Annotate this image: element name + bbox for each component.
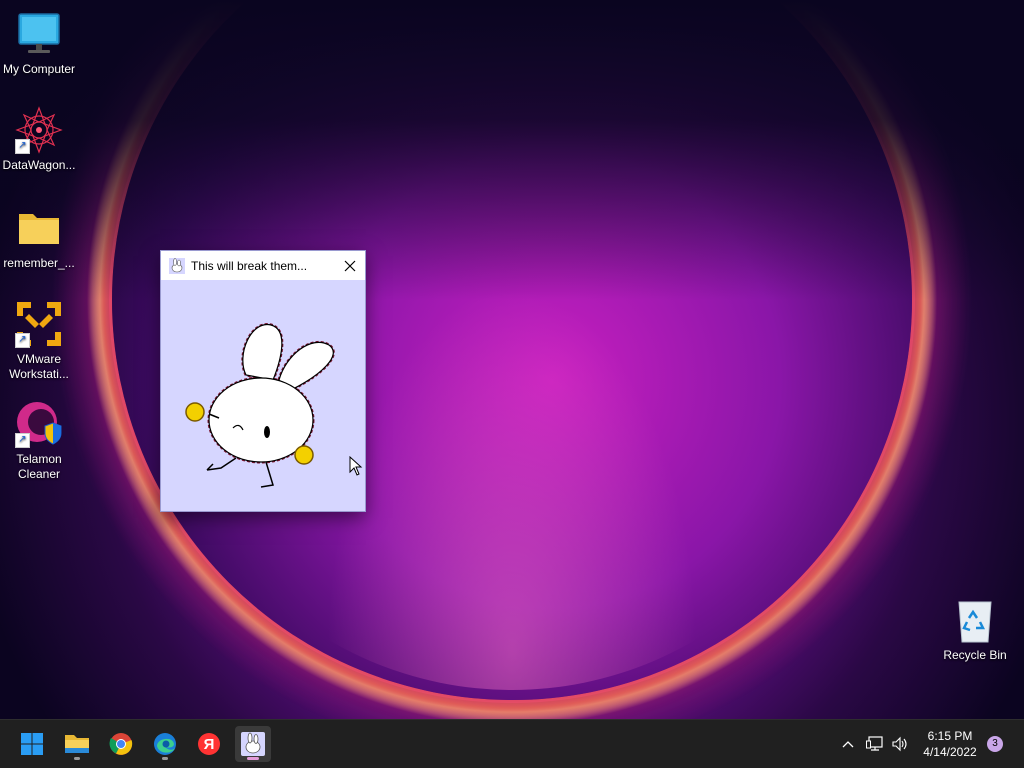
window-title: This will break them...	[191, 258, 308, 273]
taskbar-file-explorer[interactable]	[59, 726, 95, 762]
desktop-icon-remember-folder[interactable]: remember_...	[0, 204, 79, 271]
desktop-icon-datawagon[interactable]: ↗ DataWagon...	[0, 106, 79, 173]
app-window[interactable]: This will break them...	[160, 250, 366, 512]
desktop-icon-label: Recycle Bin	[943, 648, 1007, 662]
desktop-icon-label: My Computer	[2, 62, 76, 76]
desktop-icon-label: DataWagon...	[2, 158, 76, 172]
bunny-app-icon	[169, 257, 185, 274]
active-indicator	[247, 757, 259, 760]
taskbar-yandex[interactable]: Я	[191, 726, 227, 762]
clock[interactable]: 6:15 PM 4/14/2022	[917, 720, 983, 768]
running-indicator	[74, 757, 80, 760]
desktop-icon-vmware[interactable]: ↗ VMware Workstati...	[0, 300, 79, 382]
shortcut-arrow-icon: ↗	[15, 433, 30, 448]
windows-start-icon	[21, 733, 43, 755]
desktop-icon-telamon[interactable]: ↗ Telamon Cleaner	[0, 400, 79, 482]
shortcut-arrow-icon: ↗	[15, 333, 30, 348]
notification-badge: 3	[987, 736, 1003, 752]
bunny-app-icon	[241, 732, 265, 756]
taskbar-chrome[interactable]	[103, 726, 139, 762]
mandala-icon: ↗	[15, 106, 63, 154]
close-button[interactable]	[335, 251, 365, 280]
wallpaper-shade	[0, 0, 1024, 300]
shortcut-arrow-icon: ↗	[15, 139, 30, 154]
chevron-up-icon	[842, 741, 854, 748]
vmware-icon: ↗	[15, 300, 63, 348]
desktop-icon-my-computer[interactable]: My Computer	[0, 10, 79, 77]
show-hidden-icons-button[interactable]	[838, 720, 858, 768]
clock-date: 4/14/2022	[923, 745, 977, 759]
desktop-icon-label: remember_...	[3, 256, 75, 270]
close-icon	[344, 260, 356, 271]
file-explorer-icon	[65, 735, 89, 753]
speaker-icon	[892, 736, 907, 752]
bunny-image	[161, 280, 365, 510]
taskbar: Я 6:15 PM 4/14/2022 3	[0, 719, 1024, 768]
notification-button[interactable]: 3	[986, 720, 1004, 768]
mouse-cursor-icon	[349, 456, 363, 476]
telamon-icon: ↗	[15, 400, 63, 448]
folder-icon	[15, 204, 63, 252]
svg-text:Я: Я	[204, 736, 215, 753]
running-indicator	[162, 757, 168, 760]
clock-time: 6:15 PM	[927, 729, 973, 743]
desktop-icon-label: Telamon Cleaner	[16, 452, 62, 481]
desktop-icon-recycle-bin[interactable]: Recycle Bin	[935, 596, 1015, 663]
monitor-icon	[15, 10, 63, 58]
taskbar-bunny-app[interactable]	[235, 726, 271, 762]
recycle-bin-icon	[951, 596, 999, 644]
chrome-icon	[109, 733, 133, 755]
edge-icon	[154, 733, 176, 755]
window-titlebar[interactable]: This will break them...	[161, 251, 365, 280]
desktop-icon-label: VMware Workstati...	[9, 352, 69, 381]
network-icon	[866, 736, 883, 751]
yandex-icon: Я	[198, 733, 220, 755]
network-button[interactable]	[864, 720, 886, 768]
start-button[interactable]	[14, 726, 50, 762]
taskbar-edge[interactable]	[147, 726, 183, 762]
volume-button[interactable]	[889, 720, 911, 768]
